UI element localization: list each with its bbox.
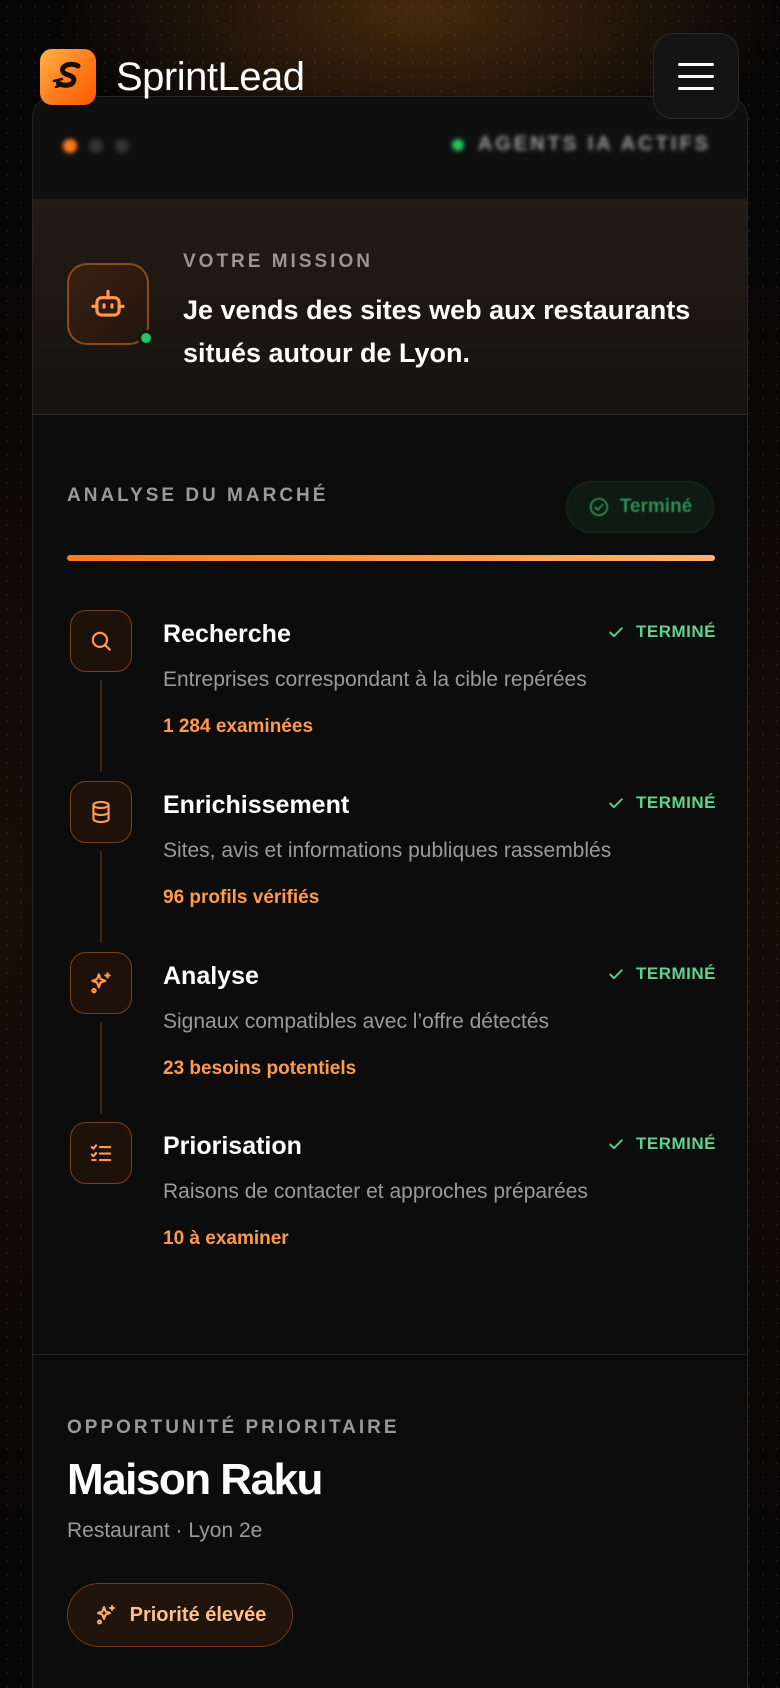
brand-name[interactable]: SprintLead xyxy=(116,55,305,100)
analysis-title: ANALYSE DU MARCHÉ xyxy=(67,485,329,506)
hamburger-menu-icon[interactable] xyxy=(653,33,739,119)
app-header: SprintLead xyxy=(0,0,780,150)
step-status-label: TERMINÉ xyxy=(636,1134,716,1153)
step-description: Raisons de contacter et approches prépar… xyxy=(163,1180,588,1203)
opportunity-meta: Restaurant · Lyon 2e xyxy=(67,1519,263,1542)
step-metric: 1 284 examinées xyxy=(163,716,314,737)
step-title: Priorisation xyxy=(163,1132,302,1160)
analysis-progress-bar xyxy=(67,555,715,561)
step-status-label: TERMINÉ xyxy=(636,964,716,983)
mission-label: VOTRE MISSION xyxy=(183,251,373,272)
analysis-progress-fill xyxy=(67,555,715,561)
priority-opportunity-section: OPPORTUNITÉ PRIORITAIRE Maison Raku Rest… xyxy=(33,1355,747,1685)
step-metric: 10 à examiner xyxy=(163,1228,289,1249)
database-icon xyxy=(70,781,132,843)
check-icon xyxy=(609,798,623,809)
market-analysis-section: ANALYSE DU MARCHÉ Terminé Recherche TERM… xyxy=(33,415,747,1355)
analysis-status-label: Terminé xyxy=(619,496,693,517)
step-title: Recherche xyxy=(163,620,291,648)
step-connector xyxy=(100,851,102,943)
step-status: TERMINÉ xyxy=(606,793,716,813)
priority-label: Priorité élevée xyxy=(129,1603,267,1626)
check-circle-icon xyxy=(589,497,608,517)
step-description: Signaux compatibles avec l’offre détecté… xyxy=(163,1010,549,1033)
step-description: Sites, avis et informations publiques ra… xyxy=(163,839,612,862)
s-logo-icon[interactable] xyxy=(40,49,96,105)
check-icon xyxy=(609,969,623,980)
step-status: TERMINÉ xyxy=(606,1134,716,1154)
step-description: Entreprises correspondant à la cible rep… xyxy=(163,668,587,691)
opportunity-name[interactable]: Maison Raku xyxy=(67,1455,323,1505)
step-status-label: TERMINÉ xyxy=(636,622,716,641)
step-connector xyxy=(100,680,102,772)
step-priorisation: Priorisation TERMINÉ Raisons de contacte… xyxy=(33,1122,747,1294)
step-metric: 96 profils vérifiés xyxy=(163,887,320,908)
opportunity-label: OPPORTUNITÉ PRIORITAIRE xyxy=(67,1417,400,1438)
step-enrichissement: Enrichissement TERMINÉ Sites, avis et in… xyxy=(33,781,747,953)
step-title: Enrichissement xyxy=(163,791,350,819)
online-indicator xyxy=(138,330,154,346)
step-analyse: Analyse TERMINÉ Signaux compatibles avec… xyxy=(33,952,747,1124)
step-status: TERMINÉ xyxy=(606,622,716,642)
step-recherche: Recherche TERMINÉ Entreprises correspond… xyxy=(33,610,747,782)
step-status-label: TERMINÉ xyxy=(636,793,716,812)
step-status: TERMINÉ xyxy=(606,964,716,984)
mission-card: AGENTS IA ACTIFS VOTRE MISSION Je vends … xyxy=(32,96,748,1688)
checklist-icon xyxy=(70,1122,132,1184)
step-metric: 23 besoins potentiels xyxy=(163,1058,357,1079)
step-title: Analyse xyxy=(163,962,259,990)
step-connector xyxy=(100,1022,102,1114)
priority-badge[interactable]: Priorité élevée xyxy=(67,1583,293,1647)
mission-text: Je vends des sites web aux restaurants s… xyxy=(183,295,691,368)
search-icon xyxy=(70,610,132,672)
sparkles-icon xyxy=(70,952,132,1014)
sparkles-icon xyxy=(96,1605,115,1625)
mission-section: VOTRE MISSION Je vends des sites web aux… xyxy=(33,199,747,415)
check-icon xyxy=(609,627,623,638)
robot-icon xyxy=(67,263,154,346)
check-icon xyxy=(609,1139,623,1150)
analysis-status-badge: Terminé xyxy=(566,481,714,533)
